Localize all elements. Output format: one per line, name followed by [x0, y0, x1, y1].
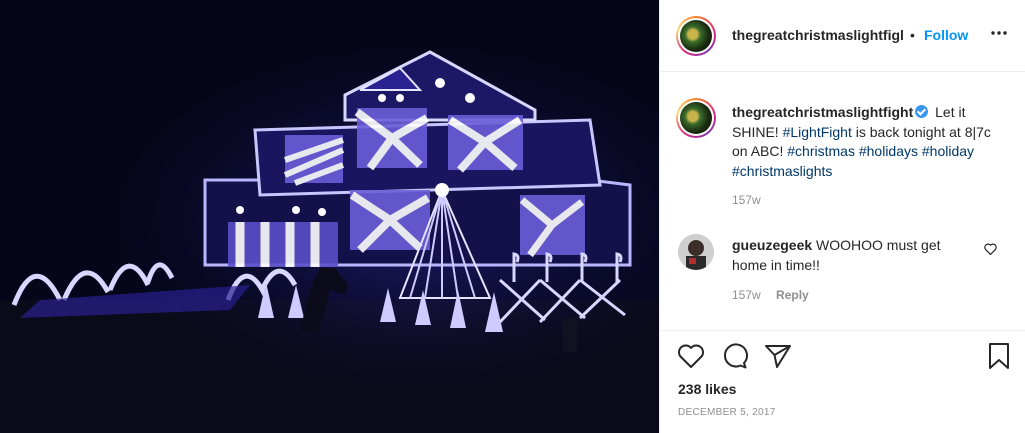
comment-timestamp[interactable]: 157w	[732, 288, 761, 302]
caption-author-avatar[interactable]	[676, 98, 716, 138]
author-avatar[interactable]	[676, 16, 716, 56]
hashtag-link[interactable]: #LightFight	[783, 124, 852, 140]
reply-button[interactable]: Reply	[776, 288, 809, 302]
post-caption: thegreatchristmaslightfight Let it SHINE…	[732, 103, 998, 181]
comment-bubble-icon[interactable]	[721, 343, 749, 372]
instagram-post: thegreatchristmaslightfigl • Follow theg…	[0, 0, 1025, 433]
comments-section: thegreatchristmaslightfight Let it SHINE…	[660, 72, 1025, 330]
comment-meta: 157w Reply	[732, 288, 809, 302]
hashtag-link[interactable]: #holidays	[859, 143, 918, 159]
post-date[interactable]: DECEMBER 5, 2017	[678, 407, 776, 418]
save-bookmark-icon[interactable]	[987, 342, 1011, 373]
share-paper-plane-icon[interactable]	[764, 343, 792, 372]
post-header: thegreatchristmaslightfigl • Follow	[660, 0, 1025, 72]
author-username[interactable]: thegreatchristmaslightfigl	[732, 27, 904, 43]
likes-count[interactable]: 238 likes	[678, 381, 736, 397]
hashtag-link[interactable]: #christmas	[787, 143, 855, 159]
like-heart-icon[interactable]	[677, 343, 705, 372]
caption-username[interactable]: thegreatchristmaslightfight	[732, 104, 913, 120]
hashtag-link[interactable]: #christmaslights	[732, 163, 832, 179]
hashtag-link[interactable]: #holiday	[922, 143, 974, 159]
actions-bar	[660, 330, 1025, 331]
follow-button[interactable]: Follow	[924, 27, 968, 43]
more-options-icon[interactable]	[990, 24, 1008, 47]
header-separator: •	[910, 27, 915, 43]
caption-timestamp[interactable]: 157w	[732, 193, 761, 207]
comment-like-heart-icon[interactable]	[984, 242, 997, 258]
post-side-panel: thegreatchristmaslightfigl • Follow theg…	[659, 0, 1025, 433]
verified-badge-icon	[915, 105, 929, 118]
comment-username[interactable]: gueuzegeek	[732, 237, 812, 253]
comment-body: gueuzegeek WOOHOO must get home in time!…	[732, 236, 970, 275]
christmas-lights-house-image	[0, 0, 659, 433]
commenter-avatar[interactable]	[678, 234, 714, 270]
post-photo[interactable]	[0, 0, 659, 433]
